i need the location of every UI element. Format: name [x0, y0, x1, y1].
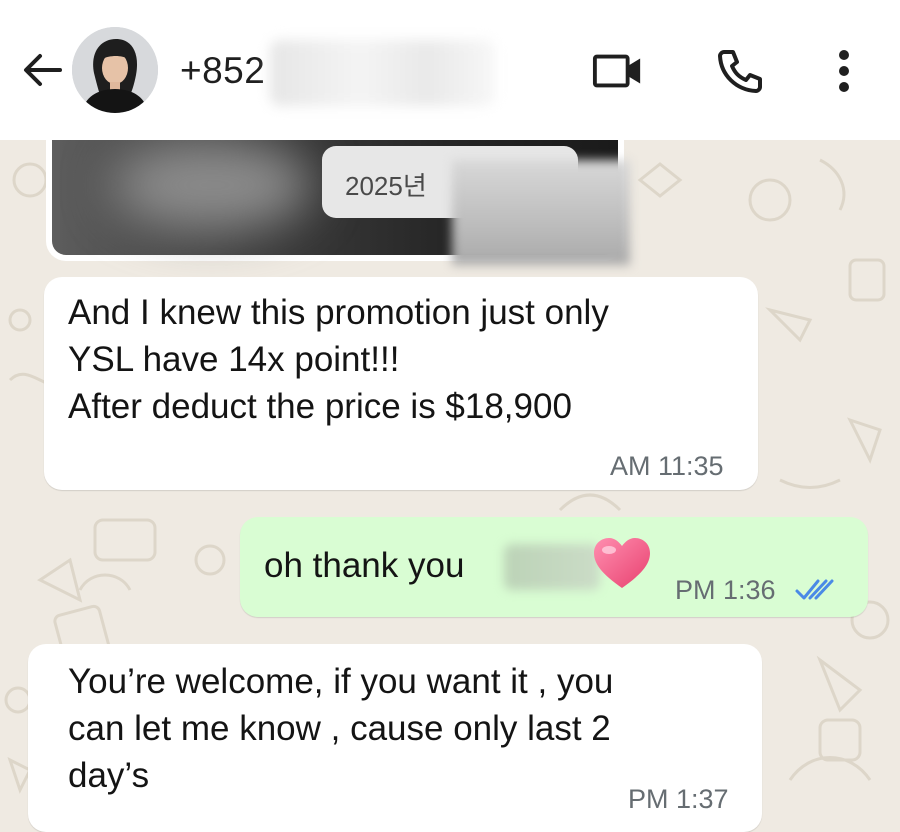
redacted-word	[504, 544, 600, 590]
message-bubble-incoming[interactable]: You’re welcome, if you want it , you can…	[28, 644, 762, 832]
message-time: PM 1:36	[675, 575, 776, 605]
video-camera-icon	[592, 54, 641, 88]
person-photo	[72, 27, 158, 113]
phone-icon	[718, 50, 762, 93]
contact-avatar[interactable]	[72, 27, 158, 113]
back-button[interactable]	[20, 48, 64, 92]
heart-emoji-icon	[594, 538, 650, 588]
chat-header: +852	[0, 0, 900, 140]
voice-call-button[interactable]	[714, 48, 766, 94]
blurred-media-content	[112, 140, 312, 230]
message-bubble-outgoing[interactable]: oh thank you PM 1:36	[240, 517, 868, 617]
message-text: oh thank you	[264, 546, 465, 585]
message-bubble-incoming[interactable]: And I knew this promotion just only YSL …	[44, 277, 758, 490]
media-date-text: 2025년	[345, 171, 427, 201]
contact-name[interactable]: +852	[180, 50, 265, 92]
double-check-icon	[795, 579, 834, 600]
more-vertical-icon	[839, 50, 849, 92]
redacted-number	[270, 40, 495, 106]
more-options-button[interactable]	[818, 48, 870, 94]
message-time: PM 1:37	[628, 784, 729, 814]
redacted-date	[452, 160, 630, 265]
chat-area[interactable]: 2025년 And I knew this promotion just onl…	[0, 140, 900, 832]
video-call-button[interactable]	[592, 48, 644, 94]
message-time: AM 11:35	[610, 451, 724, 481]
message-text: And I knew this promotion just only YSL …	[68, 293, 609, 426]
message-text: You’re welcome, if you want it , you can…	[68, 662, 614, 795]
arrow-left-icon	[24, 54, 62, 86]
